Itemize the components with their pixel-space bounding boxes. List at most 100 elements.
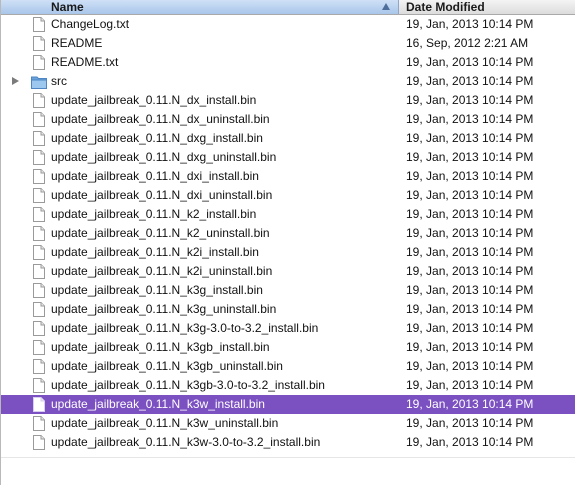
document-icon bbox=[33, 264, 45, 279]
file-row[interactable]: update_jailbreak_0.11.N_k3gb_install.bin… bbox=[1, 338, 575, 357]
document-icon bbox=[33, 245, 45, 260]
file-name: README bbox=[51, 36, 103, 50]
date-modified: 19, Jan, 2013 10:14 PM bbox=[406, 435, 534, 449]
document-icon bbox=[33, 169, 45, 184]
date-modified: 19, Jan, 2013 10:14 PM bbox=[406, 397, 534, 411]
file-row[interactable]: update_jailbreak_0.11.N_k3gb-3.0-to-3.2_… bbox=[1, 376, 575, 395]
file-row[interactable]: update_jailbreak_0.11.N_k3w_uninstall.bi… bbox=[1, 414, 575, 433]
date-modified: 19, Jan, 2013 10:14 PM bbox=[406, 264, 534, 278]
file-row[interactable]: update_jailbreak_0.11.N_k3gb_uninstall.b… bbox=[1, 357, 575, 376]
date-modified: 19, Jan, 2013 10:14 PM bbox=[406, 207, 534, 221]
file-row[interactable]: update_jailbreak_0.11.N_dxi_uninstall.bi… bbox=[1, 186, 575, 205]
date-modified: 19, Jan, 2013 10:14 PM bbox=[406, 245, 534, 259]
file-row[interactable]: update_jailbreak_0.11.N_dxg_install.bin 1… bbox=[1, 129, 575, 148]
file-row[interactable]: update_jailbreak_0.11.N_k3g-3.0-to-3.2_i… bbox=[1, 319, 575, 338]
file-name: update_jailbreak_0.11.N_dxg_uninstall.bi… bbox=[51, 150, 277, 164]
document-icon bbox=[33, 321, 45, 336]
document-icon bbox=[33, 131, 45, 146]
name-column-header[interactable]: Name bbox=[1, 0, 399, 14]
file-row[interactable]: update_jailbreak_0.11.N_dxg_uninstall.bi… bbox=[1, 148, 575, 167]
document-icon bbox=[33, 55, 45, 70]
file-row[interactable]: update_jailbreak_0.11.N_k2i_install.bin 1… bbox=[1, 243, 575, 262]
file-row[interactable]: update_jailbreak_0.11.N_k2_uninstall.bin… bbox=[1, 224, 575, 243]
date-modified: 19, Jan, 2013 10:14 PM bbox=[406, 378, 534, 392]
file-row[interactable]: update_jailbreak_0.11.N_dxi_install.bin 1… bbox=[1, 167, 575, 186]
document-icon bbox=[33, 226, 45, 241]
file-name: update_jailbreak_0.11.N_k2_uninstall.bin bbox=[51, 226, 270, 240]
file-row[interactable]: update_jailbreak_0.11.N_k2_install.bin 19… bbox=[1, 205, 575, 224]
date-modified: 19, Jan, 2013 10:14 PM bbox=[406, 93, 534, 107]
document-icon bbox=[33, 435, 45, 450]
file-name: update_jailbreak_0.11.N_k3g_uninstall.bi… bbox=[51, 302, 277, 316]
date-modified: 19, Jan, 2013 10:14 PM bbox=[406, 321, 534, 335]
folder-icon bbox=[31, 75, 47, 90]
file-row[interactable]: update_jailbreak_0.11.N_k3g_uninstall.bi… bbox=[1, 300, 575, 319]
document-icon bbox=[33, 150, 45, 165]
file-name: update_jailbreak_0.11.N_k3g-3.0-to-3.2_i… bbox=[51, 321, 319, 335]
date-modified: 19, Jan, 2013 10:14 PM bbox=[406, 302, 534, 316]
file-name: src bbox=[51, 74, 67, 88]
document-icon bbox=[33, 93, 45, 108]
file-name: update_jailbreak_0.11.N_k3w-3.0-to-3.2_i… bbox=[51, 435, 321, 449]
date-modified: 19, Jan, 2013 10:14 PM bbox=[406, 55, 534, 69]
date-modified: 19, Jan, 2013 10:14 PM bbox=[406, 188, 534, 202]
document-icon bbox=[33, 188, 45, 203]
folder-row[interactable]: src 19, Jan, 2013 10:14 PM bbox=[1, 72, 575, 91]
file-name: update_jailbreak_0.11.N_dxi_uninstall.bi… bbox=[51, 188, 273, 202]
date-modified: 19, Jan, 2013 10:14 PM bbox=[406, 74, 534, 88]
file-row[interactable]: update_jailbreak_0.11.N_k2i_uninstall.bi… bbox=[1, 262, 575, 281]
file-row[interactable]: ChangeLog.txt 19, Jan, 2013 10:14 PM bbox=[1, 15, 575, 34]
file-name: update_jailbreak_0.11.N_dxi_install.bin bbox=[51, 169, 259, 183]
document-icon bbox=[33, 359, 45, 374]
document-icon bbox=[33, 340, 45, 355]
date-modified: 19, Jan, 2013 10:14 PM bbox=[406, 359, 534, 373]
date-modified: 19, Jan, 2013 10:14 PM bbox=[406, 283, 534, 297]
sort-ascending-icon bbox=[382, 3, 390, 10]
file-name: update_jailbreak_0.11.N_k3g_install.bin bbox=[51, 283, 263, 297]
date-modified: 19, Jan, 2013 10:14 PM bbox=[406, 17, 534, 31]
date-modified: 19, Jan, 2013 10:14 PM bbox=[406, 131, 534, 145]
file-name: update_jailbreak_0.11.N_dxg_install.bin bbox=[51, 131, 263, 145]
document-icon bbox=[33, 397, 45, 412]
document-icon bbox=[33, 17, 45, 32]
file-row[interactable]: update_jailbreak_0.11.N_dx_uninstall.bin… bbox=[1, 110, 575, 129]
date-modified: 19, Jan, 2013 10:14 PM bbox=[406, 169, 534, 183]
file-name: update_jailbreak_0.11.N_dx_uninstall.bin bbox=[51, 112, 270, 126]
date-modified: 19, Jan, 2013 10:14 PM bbox=[406, 150, 534, 164]
date-modified: 19, Jan, 2013 10:14 PM bbox=[406, 340, 534, 354]
file-row[interactable]: update_jailbreak_0.11.N_k3g_install.bin 1… bbox=[1, 281, 575, 300]
file-name: update_jailbreak_0.11.N_k2i_uninstall.bi… bbox=[51, 264, 273, 278]
file-name: update_jailbreak_0.11.N_k3gb_install.bin bbox=[51, 340, 270, 354]
document-icon bbox=[33, 112, 45, 127]
file-name: update_jailbreak_0.11.N_k3gb-3.0-to-3.2_… bbox=[51, 378, 325, 392]
list-bottom-divider bbox=[1, 457, 575, 458]
file-name: README.txt bbox=[51, 55, 119, 69]
file-name: update_jailbreak_0.11.N_dx_install.bin bbox=[51, 93, 257, 107]
name-column-label: Name bbox=[51, 0, 84, 14]
file-name: ChangeLog.txt bbox=[51, 17, 130, 31]
document-icon bbox=[33, 36, 45, 51]
file-name: update_jailbreak_0.11.N_k3w_uninstall.bi… bbox=[51, 416, 279, 430]
date-modified-column-label: Date Modified bbox=[406, 0, 485, 14]
column-header-bar: Name Date Modified bbox=[1, 0, 575, 15]
file-row[interactable]: update_jailbreak_0.11.N_k3w-3.0-to-3.2_i… bbox=[1, 433, 575, 452]
document-icon bbox=[33, 302, 45, 317]
disclosure-triangle-icon[interactable] bbox=[12, 77, 19, 85]
date-modified: 19, Jan, 2013 10:14 PM bbox=[406, 112, 534, 126]
file-row[interactable]: README.txt 19, Jan, 2013 10:14 PM bbox=[1, 53, 575, 72]
date-modified: 19, Jan, 2013 10:14 PM bbox=[406, 226, 534, 240]
document-icon bbox=[33, 416, 45, 431]
file-name: update_jailbreak_0.11.N_k2i_install.bin bbox=[51, 245, 259, 259]
file-row[interactable]: update_jailbreak_0.11.N_dx_install.bin 19… bbox=[1, 91, 575, 110]
file-row[interactable]: README 16, Sep, 2012 2:21 AM bbox=[1, 34, 575, 53]
file-row[interactable]: update_jailbreak_0.11.N_k3w_install.bin 1… bbox=[1, 395, 575, 414]
document-icon bbox=[33, 378, 45, 393]
file-name: update_jailbreak_0.11.N_k3gb_uninstall.b… bbox=[51, 359, 283, 373]
date-modified: 19, Jan, 2013 10:14 PM bbox=[406, 416, 534, 430]
file-name: update_jailbreak_0.11.N_k2_install.bin bbox=[51, 207, 257, 221]
date-modified-column-header[interactable]: Date Modified bbox=[399, 0, 575, 14]
file-name: update_jailbreak_0.11.N_k3w_install.bin bbox=[51, 397, 265, 411]
document-icon bbox=[33, 207, 45, 222]
finder-list-view: Name Date Modified ChangeLog.txt 19, Jan,… bbox=[0, 0, 575, 485]
document-icon bbox=[33, 283, 45, 298]
